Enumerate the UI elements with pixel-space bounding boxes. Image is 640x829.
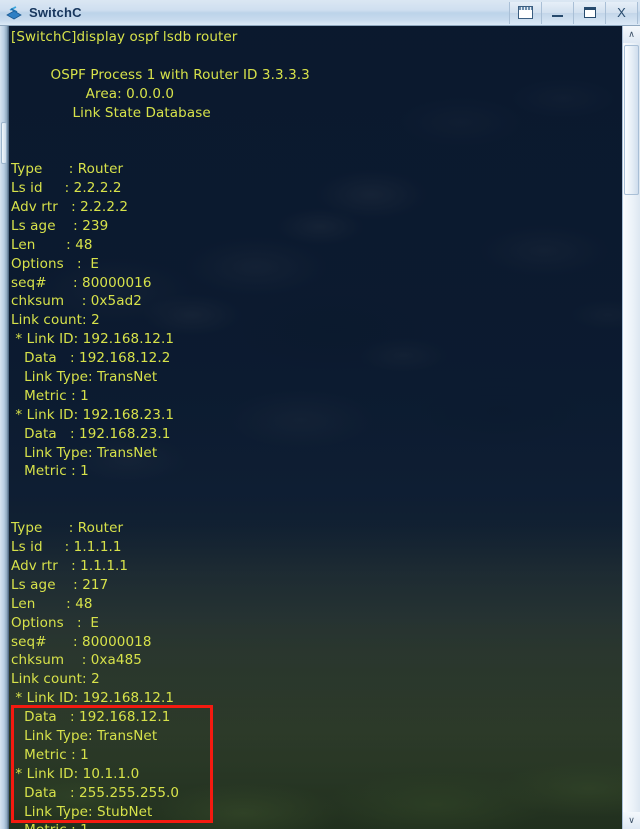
window-controls: X bbox=[509, 1, 638, 25]
close-button[interactable]: X bbox=[605, 1, 638, 24]
terminal-line: seq# : 80000016 bbox=[11, 274, 152, 291]
terminal-line: Metric : 1 bbox=[11, 463, 89, 480]
terminal-line: Options : E bbox=[11, 614, 100, 631]
terminal-line: Ls age : 239 bbox=[11, 217, 109, 234]
left-window-edge bbox=[0, 26, 9, 829]
terminal-line: chksum : 0xa485 bbox=[11, 652, 142, 669]
switch-device-icon bbox=[5, 4, 23, 22]
terminal-line: Link State Database bbox=[11, 104, 211, 121]
terminal-line: Type : Router bbox=[11, 520, 124, 537]
scrollbar-thumb[interactable] bbox=[624, 45, 639, 195]
window-titlebar[interactable]: SwitchC X bbox=[0, 0, 640, 26]
minimize-icon bbox=[552, 15, 563, 17]
terminal-line: Link Type: TransNet bbox=[11, 369, 158, 386]
terminal-line: Len : 48 bbox=[11, 236, 93, 253]
window-title: SwitchC bbox=[29, 5, 82, 20]
terminal-line: Len : 48 bbox=[11, 595, 93, 612]
terminal-line: Adv rtr : 1.1.1.1 bbox=[11, 557, 129, 574]
terminal-line: Data : 255.255.255.0 bbox=[11, 784, 180, 801]
terminal-line: Area: 0.0.0.0 bbox=[11, 85, 175, 102]
terminal-line: Data : 192.168.23.1 bbox=[11, 425, 171, 442]
terminal-line: Data : 192.168.12.2 bbox=[11, 350, 171, 367]
terminal-line: Link Type: TransNet bbox=[11, 444, 158, 461]
terminal-line: Link count: 2 bbox=[11, 312, 100, 329]
terminal-line: Ls id : 2.2.2.2 bbox=[11, 180, 122, 197]
terminal-line: Metric : 1 bbox=[11, 387, 89, 404]
maximize-icon bbox=[583, 7, 596, 18]
close-icon: X bbox=[617, 5, 626, 20]
terminal-line: Metric : 1 bbox=[11, 746, 89, 763]
scrollbar-track[interactable] bbox=[623, 43, 640, 812]
terminal-line: Ls age : 217 bbox=[11, 576, 109, 593]
terminal-line: Link Type: StubNet bbox=[11, 803, 153, 820]
terminal-line: Options : E bbox=[11, 255, 100, 272]
maximize-button[interactable] bbox=[573, 1, 605, 24]
vertical-scrollbar[interactable]: ∧ ∨ bbox=[622, 26, 640, 829]
terminal-line: * Link ID: 192.168.23.1 bbox=[11, 406, 175, 423]
terminal-line: Adv rtr : 2.2.2.2 bbox=[11, 199, 129, 216]
terminal-line: * Link ID: 192.168.12.1 bbox=[11, 331, 175, 348]
terminal-line: * Link ID: 192.168.12.1 bbox=[11, 690, 175, 707]
terminal-window: [SwitchC]display ospf lsdb router OSPF P… bbox=[0, 26, 640, 829]
terminal-line: chksum : 0x5ad2 bbox=[11, 293, 142, 310]
terminal-line: Link Type: TransNet bbox=[11, 727, 158, 744]
application-window: SwitchC X [SwitchC]display ospf lsdb rou… bbox=[0, 0, 640, 829]
window-list-button[interactable] bbox=[509, 1, 541, 24]
terminal-output[interactable]: [SwitchC]display ospf lsdb router OSPF P… bbox=[11, 28, 620, 829]
terminal-line: Data : 192.168.12.1 bbox=[11, 709, 171, 726]
terminal-line: Ls id : 1.1.1.1 bbox=[11, 539, 122, 556]
terminal-line: seq# : 80000018 bbox=[11, 633, 152, 650]
scroll-down-arrow-icon[interactable]: ∨ bbox=[623, 812, 640, 829]
minimize-button[interactable] bbox=[541, 1, 573, 24]
terminal-line: Link count: 2 bbox=[11, 671, 100, 688]
terminal-line: Metric : 1 bbox=[11, 821, 620, 829]
left-edge-thumb[interactable] bbox=[1, 122, 7, 164]
terminal-line: Type : Router bbox=[11, 161, 124, 178]
terminal-line: [SwitchC]display ospf lsdb router bbox=[11, 29, 238, 45]
terminal-line: OSPF Process 1 with Router ID 3.3.3.3 bbox=[11, 66, 310, 83]
window-list-icon bbox=[518, 6, 533, 19]
scroll-up-arrow-icon[interactable]: ∧ bbox=[623, 26, 640, 43]
terminal-line: * Link ID: 10.1.1.0 bbox=[11, 765, 140, 782]
